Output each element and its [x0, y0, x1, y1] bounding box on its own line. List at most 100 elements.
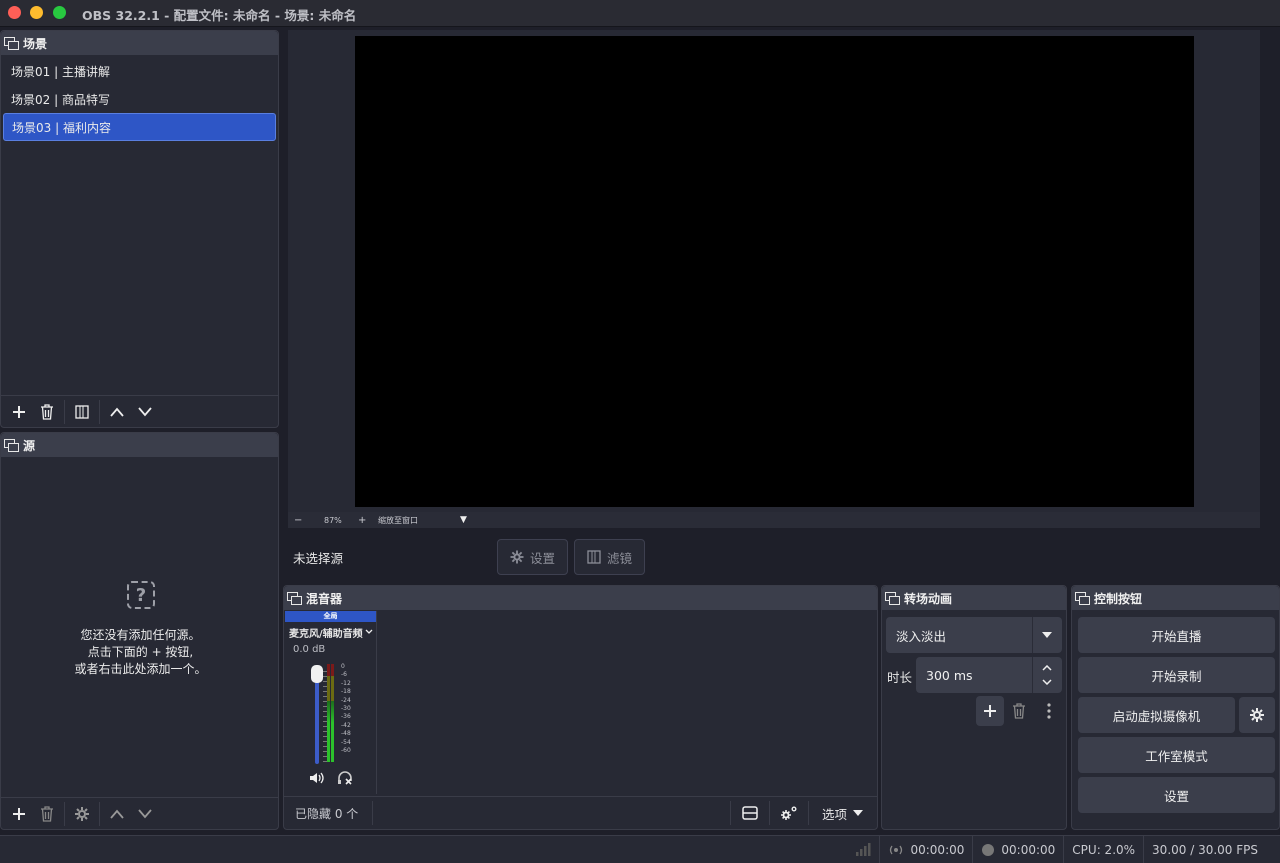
channel-name-dropdown[interactable]: 麦克风/辅助音频 — [285, 622, 376, 642]
maximize-window-button[interactable] — [53, 6, 66, 19]
gear-icon — [75, 806, 89, 821]
scene-item-02[interactable]: 场景02 | 商品特写 — [1, 85, 278, 113]
remove-scene-button[interactable] — [33, 398, 61, 426]
toolbar-divider — [768, 801, 770, 825]
gear-icon — [1250, 708, 1264, 722]
trash-icon — [41, 805, 53, 822]
add-transition-button[interactable] — [976, 696, 1004, 726]
transition-properties-button[interactable] — [1046, 703, 1052, 722]
scenes-dock-header[interactable]: 场景 — [1, 31, 278, 55]
gear-icon — [510, 550, 524, 564]
add-scene-button[interactable] — [5, 398, 33, 426]
volume-fader[interactable] — [311, 665, 323, 764]
start-streaming-label: 开始直播 — [1151, 628, 1202, 644]
zoom-mode-dropdown-icon[interactable]: ▼ — [460, 515, 467, 525]
plus-icon — [13, 807, 25, 820]
sources-list[interactable]: ? 您还没有添加任何源。 点击下面的 + 按钮, 或者右击此处添加一个。 — [1, 457, 278, 797]
status-bar: 00:00:00 00:00:00 CPU: 2.0% 30.00 / 30.0… — [0, 835, 1280, 863]
scene-item-03[interactable]: 场景03 | 福利内容 — [3, 113, 276, 141]
close-window-button[interactable] — [8, 6, 21, 19]
meter-scale: 0 -6 -12 -18 -24 -30 -36 -42 -48 -54 -60 — [341, 663, 355, 756]
preview-zoom-bar: − 87% + 缩放至窗口 ▼ — [288, 512, 1260, 528]
scene-label: 场景02 | 商品特写 — [11, 92, 110, 107]
cpu-usage: CPU: 2.0% — [1063, 835, 1143, 863]
channel-name: 麦克风/辅助音频 — [289, 628, 363, 640]
hidden-sources-count[interactable]: 已隐藏 0 个 — [295, 805, 369, 822]
duration-spinbox[interactable]: 300 ms — [916, 657, 1062, 693]
chevron-up-icon[interactable] — [1042, 665, 1052, 671]
source-filters-button[interactable]: 滤镜 — [574, 539, 645, 575]
fader-handle[interactable] — [311, 665, 323, 683]
start-streaming-button[interactable]: 开始直播 — [1078, 617, 1275, 653]
chevron-down-icon[interactable] — [1042, 679, 1052, 685]
spin-buttons — [1042, 665, 1052, 685]
undock-icon[interactable] — [3, 36, 19, 50]
scale-tick: -60 — [341, 746, 351, 754]
zoom-out-button[interactable]: − — [294, 515, 308, 526]
meter-channel-right — [331, 664, 334, 762]
mixer-dock-title: 混音器 — [306, 591, 343, 606]
network-status — [847, 836, 879, 863]
mixer-options-label: 选项 — [821, 806, 847, 822]
transitions-dock-title: 转场动画 — [904, 591, 953, 606]
studio-mode-label: 工作室模式 — [1145, 748, 1208, 764]
undock-icon[interactable] — [3, 438, 19, 452]
virtual-camera-settings-button[interactable] — [1239, 697, 1275, 733]
stream-time: 00:00:00 — [910, 842, 965, 857]
undock-icon[interactable] — [1074, 591, 1090, 605]
speaker-icon[interactable] — [309, 771, 325, 785]
caret-down-icon — [853, 810, 863, 816]
zoom-in-button[interactable]: + — [358, 515, 372, 526]
studio-mode-button[interactable]: 工作室模式 — [1078, 737, 1275, 773]
remove-transition-button[interactable] — [1012, 703, 1026, 722]
controls-dock-header[interactable]: 控制按钮 — [1072, 586, 1279, 610]
scene-filters-button[interactable] — [68, 398, 96, 426]
move-scene-up-button[interactable] — [103, 398, 131, 426]
duration-label: 时长 — [887, 670, 913, 685]
zoom-level: 87% — [324, 515, 342, 525]
move-source-up-button[interactable] — [103, 800, 131, 828]
toolbar-divider — [807, 801, 809, 825]
mixer-dock-header[interactable]: 混音器 — [284, 586, 877, 610]
mixer-options-button[interactable]: 选项 — [812, 804, 877, 823]
meter-channel-left — [327, 664, 330, 762]
preview-canvas[interactable] — [355, 36, 1194, 507]
zoom-mode-select[interactable]: 缩放至窗口 — [378, 515, 454, 526]
headphone-monitor-off-icon[interactable] — [337, 771, 353, 785]
scenes-dock: 场景 场景01 | 主播讲解 场景02 | 商品特写 场景03 | 福利内容 — [0, 30, 279, 428]
start-recording-label: 开始录制 — [1151, 668, 1202, 684]
settings-button[interactable]: 设置 — [1078, 777, 1275, 813]
sources-dock: 源 ? 您还没有添加任何源。 点击下面的 + 按钮, 或者右击此处添加一个。 — [0, 432, 279, 830]
audio-level-meter — [327, 664, 335, 762]
undock-icon[interactable] — [884, 591, 900, 605]
mixer-channel-strip: 全局 麦克风/辅助音频 0.0 dB 0 -6 -12 -18 -24 -30 … — [285, 611, 377, 794]
source-settings-button[interactable]: 设置 — [497, 539, 568, 575]
chevron-down-icon — [365, 629, 373, 634]
scene-label: 场景03 | 福利内容 — [12, 120, 111, 135]
select-divider — [1032, 617, 1033, 653]
start-virtual-camera-button[interactable]: 启动虚拟摄像机 — [1078, 697, 1235, 733]
mixer-layout-button[interactable] — [734, 799, 766, 827]
move-source-down-button[interactable] — [131, 800, 159, 828]
chevron-down-icon — [138, 406, 152, 416]
transitions-dock-header[interactable]: 转场动画 — [882, 586, 1066, 610]
transition-select[interactable]: 淡入淡出 — [886, 617, 1062, 653]
sources-dock-header[interactable]: 源 — [1, 433, 278, 457]
gears-icon — [780, 806, 797, 820]
minimize-window-button[interactable] — [30, 6, 43, 19]
cpu-usage-text: CPU: 2.0% — [1072, 842, 1136, 857]
add-source-button[interactable] — [5, 800, 33, 828]
source-properties-button[interactable] — [68, 800, 96, 828]
empty-line: 或者右击此处添加一个。 — [74, 662, 207, 676]
filter-icon — [587, 550, 601, 564]
scene-item-01[interactable]: 场景01 | 主播讲解 — [1, 57, 278, 85]
spin-divider — [1032, 657, 1033, 693]
advanced-audio-button[interactable] — [773, 799, 805, 827]
move-scene-down-button[interactable] — [131, 398, 159, 426]
scenes-toolbar — [1, 395, 278, 427]
undock-icon[interactable] — [286, 591, 302, 605]
streaming-status: 00:00:00 — [879, 835, 972, 863]
empty-line: 您还没有添加任何源。 — [80, 628, 201, 642]
start-recording-button[interactable]: 开始录制 — [1078, 657, 1275, 693]
remove-source-button[interactable] — [33, 800, 61, 828]
